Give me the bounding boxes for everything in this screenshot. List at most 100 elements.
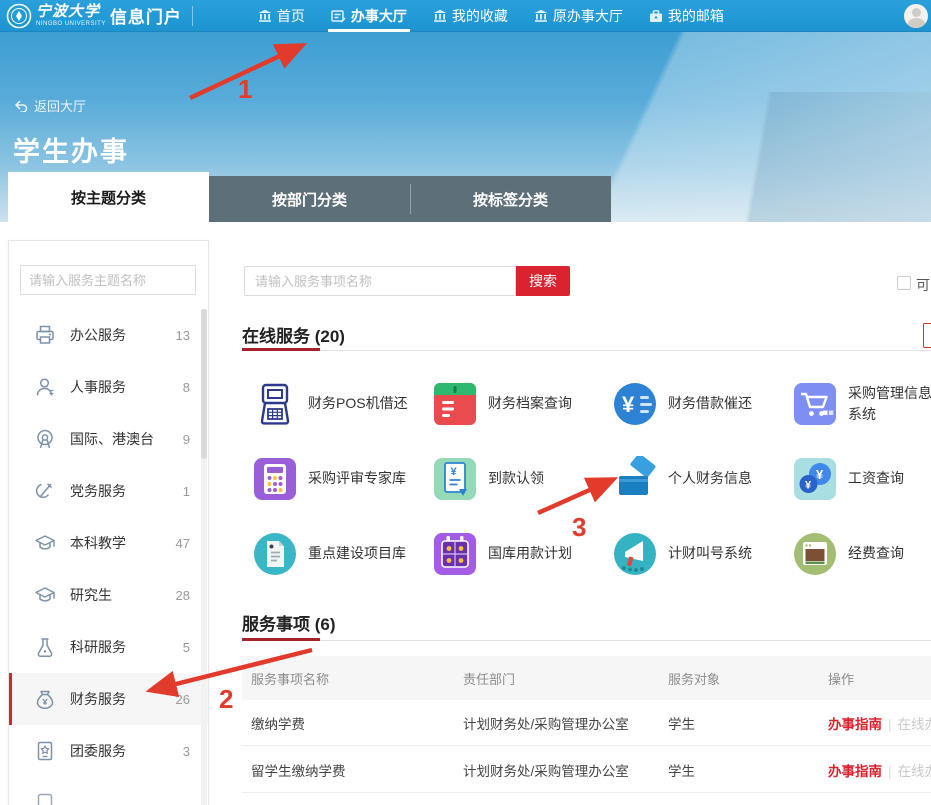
service-procurement-system[interactable]: 采购管理信息系统 — [792, 366, 931, 441]
service-queue-system[interactable]: 计财叫号系统 — [612, 516, 792, 591]
yen-circle-icon: ¥ — [612, 381, 658, 427]
sidebar-item-international[interactable]: 国际、港澳台 9 — [9, 413, 208, 465]
online-handle-link[interactable]: 在线办理 — [898, 764, 931, 779]
nav-item-home[interactable]: 首页 — [245, 0, 318, 32]
topic-count: 26 — [176, 692, 190, 707]
university-logo[interactable]: 宁波大学 NINGBO UNIVERSITY 信息门户 — [0, 3, 207, 29]
service-salary-query[interactable]: ¥ ¥ 工资查询 — [792, 441, 931, 516]
annotation-number-2: 2 — [219, 684, 233, 715]
sidebar-item-graduate[interactable]: 研究生 28 — [9, 569, 208, 621]
topic-count: 3 — [183, 744, 190, 759]
title-underline — [242, 348, 320, 351]
nav-item-service-hall[interactable]: 办事大厅 — [318, 0, 420, 32]
row-target: 学生 — [659, 713, 819, 733]
sidebar-item-office[interactable]: 办公服务 13 — [9, 309, 208, 361]
megaphone-icon — [612, 531, 658, 577]
service-payment-claim[interactable]: ¥ 到款认领 — [432, 441, 612, 516]
sidebar-search-input[interactable] — [21, 273, 213, 288]
service-label: 财务档案查询 — [488, 393, 604, 413]
topic-label: 国际、港澳台 — [70, 429, 183, 449]
tab-by-department[interactable]: 按部门分类 — [209, 176, 410, 222]
avatar-person-icon — [912, 8, 921, 17]
nav-label: 办事大厅 — [351, 6, 407, 26]
user-avatar[interactable] — [904, 4, 928, 28]
topic-count: 5 — [183, 640, 190, 655]
title-underline — [242, 638, 320, 641]
tab-by-tag[interactable]: 按标签分类 — [410, 176, 611, 222]
back-to-hall-link[interactable]: 返回大厅 — [14, 96, 86, 115]
salary-coins-icon: ¥ ¥ — [792, 456, 838, 502]
back-arrow-icon — [14, 100, 28, 112]
clipped-toggle-button[interactable] — [923, 323, 931, 348]
nav-item-favorites[interactable]: 我的收藏 — [420, 0, 521, 32]
sidebar-item-partial[interactable] — [9, 777, 208, 805]
party-emblem-icon — [34, 480, 56, 502]
sidebar-search-box — [20, 265, 196, 295]
service-treasury-plan[interactable]: 国库用款计划 — [432, 516, 612, 591]
service-label: 工资查询 — [848, 468, 931, 488]
main-nav: 首页 办事大厅 我的收藏 原办事大厅 — [245, 0, 737, 32]
category-tabs: 按主题分类 按部门分类 按标签分类 — [8, 176, 611, 222]
online-handle-link[interactable]: 在线办理 — [898, 717, 931, 732]
svg-text:¥: ¥ — [622, 392, 635, 417]
portal-title: 信息门户 — [110, 3, 182, 28]
sidebar-scrollbar[interactable] — [201, 309, 207, 805]
sidebar-item-finance[interactable]: 财务服务 26 — [9, 673, 208, 725]
service-archive-query[interactable]: 财务档案查询 — [432, 366, 612, 441]
nav-item-old-service-hall[interactable]: 原办事大厅 — [521, 0, 636, 32]
university-seal-icon — [6, 3, 32, 29]
topic-label: 团委服务 — [70, 741, 183, 761]
project-document-icon — [252, 531, 298, 577]
person-icon — [34, 376, 56, 398]
sidebar-item-hr[interactable]: 人事服务 8 — [9, 361, 208, 413]
table-row: 缴纳学费 计划财务处/采购管理办公室 学生 办事指南|在线办理 — [242, 700, 931, 746]
topic-count: 1 — [183, 484, 190, 499]
university-name-en: NINGBO UNIVERSITY — [36, 21, 106, 27]
search-button[interactable]: 搜索 — [516, 266, 570, 296]
col-action: 操作 — [819, 669, 931, 688]
service-search-input[interactable] — [244, 266, 516, 296]
treasury-grid-icon — [432, 531, 478, 577]
service-board-icon — [331, 9, 346, 23]
row-actions: 办事指南|在线办理 — [819, 760, 931, 780]
topic-list: 办公服务 13 人事服务 8 国际、港澳台 9 — [9, 309, 208, 805]
sidebar-item-research[interactable]: 科研服务 5 — [9, 621, 208, 673]
service-key-projects[interactable]: 重点建设项目库 — [252, 516, 432, 591]
service-expert-pool[interactable]: 采购评审专家库 — [252, 441, 432, 516]
bank-icon — [258, 9, 272, 23]
guide-link[interactable]: 办事指南 — [828, 717, 882, 732]
sidebar-item-undergrad[interactable]: 本科教学 47 — [9, 517, 208, 569]
printer-icon — [34, 324, 56, 346]
service-label: 重点建设项目库 — [308, 543, 424, 563]
service-personal-finance[interactable]: 个人财务信息 — [612, 441, 792, 516]
col-name: 服务事项名称 — [242, 669, 454, 688]
table-header: 服务事项名称 责任部门 服务对象 操作 — [242, 656, 931, 700]
service-funds-query[interactable]: 经费查询 — [792, 516, 931, 591]
service-label: 采购评审专家库 — [308, 468, 424, 488]
online-filter-checkbox[interactable] — [897, 276, 911, 290]
online-services-grid: 财务POS机借还 财务档案查询 ¥ 财务借款催还 — [252, 366, 931, 591]
nav-label: 首页 — [277, 6, 305, 26]
service-loan-reminder[interactable]: ¥ 财务借款催还 — [612, 366, 792, 441]
nav-item-mailbox[interactable]: 我的邮箱 — [636, 0, 737, 32]
guide-link[interactable]: 办事指南 — [828, 764, 882, 779]
topic-label: 财务服务 — [70, 689, 176, 709]
tab-by-topic[interactable]: 按主题分类 — [8, 172, 209, 222]
sidebar-item-party[interactable]: 党务服务 1 — [9, 465, 208, 517]
topic-label: 人事服务 — [70, 377, 183, 397]
top-navbar: 宁波大学 NINGBO UNIVERSITY 信息门户 首页 办事大厅 — [0, 0, 931, 32]
topic-count: 9 — [183, 432, 190, 447]
scrollbar-thumb[interactable] — [201, 309, 207, 459]
pos-terminal-icon — [252, 381, 298, 427]
graduation-cap-icon — [34, 584, 56, 606]
service-pos-loan[interactable]: 财务POS机借还 — [252, 366, 432, 441]
service-items-title: 服务事项 (6) — [242, 610, 336, 635]
topic-label: 本科教学 — [70, 533, 176, 553]
sidebar-item-youth-league[interactable]: 团委服务 3 — [9, 725, 208, 777]
receipt-claim-icon: ¥ — [432, 456, 478, 502]
money-bag-icon — [34, 688, 56, 710]
topic-count: 8 — [183, 380, 190, 395]
svg-text:¥: ¥ — [816, 467, 824, 482]
service-label: 经费查询 — [848, 543, 931, 563]
service-label: 个人财务信息 — [668, 468, 784, 488]
